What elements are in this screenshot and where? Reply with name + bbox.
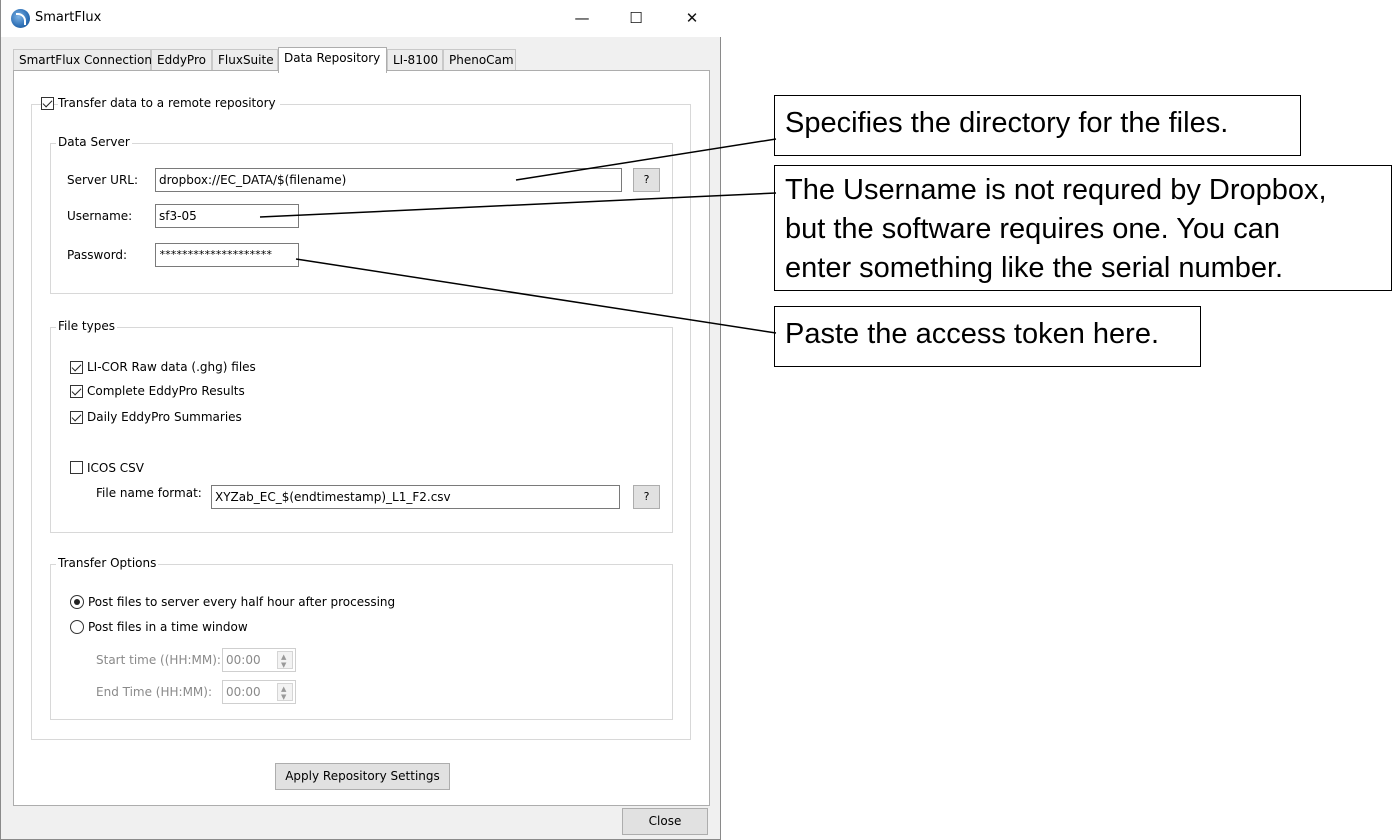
smartflux-app-icon — [11, 9, 30, 28]
complete-results-checkbox[interactable] — [70, 385, 83, 398]
server-url-label: Server URL: — [67, 173, 139, 187]
tab-phenocam[interactable]: PhenoCam — [443, 49, 516, 72]
spin-arrows-icon[interactable]: ▲ ▼ — [277, 651, 293, 669]
end-time-value: 00:00 — [226, 685, 261, 699]
raw-data-checkbox[interactable] — [70, 361, 83, 374]
start-time-label: Start time ((HH:MM): — [96, 653, 221, 667]
window-title: SmartFlux — [35, 10, 102, 25]
file-name-help-button[interactable]: ? — [633, 485, 660, 509]
transfer-options-title: Transfer Options — [56, 556, 159, 570]
callout-username: The Username is not requred by Dropbox, … — [774, 165, 1392, 291]
data-repository-panel: Transfer data to a remote repository Dat… — [13, 70, 710, 806]
callout-directory: Specifies the directory for the files. — [774, 95, 1301, 156]
close-window-button[interactable]: ✕ — [669, 0, 715, 37]
daily-summaries-checkbox[interactable] — [70, 411, 83, 424]
callout-username-line-1: The Username is not requred by Dropbox, — [785, 174, 1327, 206]
server-url-input[interactable]: dropbox://EC_DATA/$(filename) — [155, 168, 622, 192]
callout-token-line: Paste the access token here. — [785, 318, 1159, 350]
transfer-remote-checkbox[interactable] — [41, 97, 54, 110]
minimize-button[interactable]: — — [559, 0, 605, 37]
file-types-title: File types — [56, 319, 117, 333]
transfer-remote-label: Transfer data to a remote repository — [58, 96, 280, 110]
callout-username-line-2: but the software requires one. You can — [785, 213, 1280, 245]
file-name-format-input[interactable]: XYZab_EC_$(endtimestamp)_L1_F2.csv — [211, 485, 620, 509]
tab-eddypro[interactable]: EddyPro — [151, 49, 212, 72]
start-time-spinbox[interactable]: 00:00 ▲ ▼ — [222, 648, 296, 672]
raw-data-label: LI-COR Raw data (.ghg) files — [87, 360, 256, 374]
complete-results-label: Complete EddyPro Results — [87, 384, 245, 398]
tab-smartflux-connection[interactable]: SmartFlux Connection — [13, 49, 152, 72]
end-time-label: End Time (HH:MM): — [96, 685, 213, 699]
start-time-value: 00:00 — [226, 653, 261, 667]
icos-csv-checkbox[interactable] — [70, 461, 83, 474]
callout-username-line-3: enter something like the serial number. — [785, 252, 1284, 284]
data-server-group — [50, 143, 673, 294]
tab-li-8100[interactable]: LI-8100 — [387, 49, 443, 72]
file-name-format-label: File name format: — [96, 486, 202, 500]
post-time-window-radio[interactable] — [70, 620, 84, 634]
end-time-spinbox[interactable]: 00:00 ▲ ▼ — [222, 680, 296, 704]
daily-summaries-label: Daily EddyPro Summaries — [87, 410, 242, 424]
password-label: Password: — [67, 248, 128, 262]
smartflux-window: SmartFlux — ☐ ✕ SmartFlux Connection Edd… — [0, 0, 721, 840]
post-every-half-hour-label: Post files to server every half hour aft… — [88, 595, 396, 609]
tab-fluxsuite[interactable]: FluxSuite — [212, 49, 278, 72]
server-url-help-button[interactable]: ? — [633, 168, 660, 192]
maximize-button[interactable]: ☐ — [613, 0, 659, 37]
spin-arrows-icon[interactable]: ▲ ▼ — [277, 683, 293, 701]
title-bar: SmartFlux — ☐ ✕ — [1, 0, 721, 37]
post-every-half-hour-radio[interactable] — [70, 595, 84, 609]
close-button[interactable]: Close — [622, 808, 708, 835]
tab-data-repository[interactable]: Data Repository — [278, 47, 387, 73]
icos-csv-label: ICOS CSV — [87, 461, 144, 475]
callout-token: Paste the access token here. — [774, 306, 1201, 367]
callout-directory-line: Specifies the directory for the files. — [785, 107, 1229, 139]
username-input[interactable]: sf3-05 — [155, 204, 299, 228]
data-server-title: Data Server — [56, 135, 132, 149]
post-time-window-label: Post files in a time window — [88, 620, 248, 634]
password-input[interactable]: ******************** — [155, 243, 299, 267]
apply-repository-settings-button[interactable]: Apply Repository Settings — [275, 763, 450, 790]
username-label: Username: — [67, 209, 133, 223]
